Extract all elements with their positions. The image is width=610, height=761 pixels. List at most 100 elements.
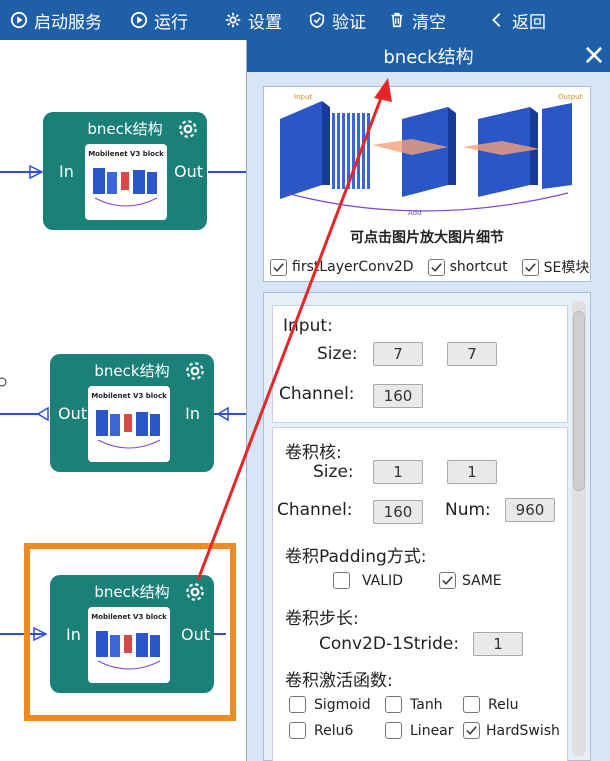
settings-button[interactable]: 设置 [200, 0, 294, 40]
back-button[interactable]: 返回 [458, 0, 558, 40]
img-add-label: Add [408, 209, 422, 217]
scrollbar[interactable] [572, 301, 586, 756]
check-icon [273, 262, 284, 272]
kernel-heading: 卷积核: [285, 443, 342, 463]
se-module-option[interactable]: SE模块 [521, 257, 590, 277]
parameter-form: Input: Size: 7 7 Channel: 160 卷积核: Size:… [263, 292, 591, 761]
thumb-title: Mobilenet V3 block [88, 150, 164, 158]
padding-heading: 卷积Padding方式: [285, 547, 427, 567]
node-port-out[interactable]: Out [58, 404, 87, 423]
checkbox[interactable] [463, 722, 480, 739]
node-port-in[interactable]: In [185, 404, 200, 423]
gear-icon[interactable] [177, 118, 199, 140]
node-thumbnail: Mobilenet V3 block [88, 386, 170, 462]
stride-label: Conv2D-1Stride: [319, 634, 460, 654]
option-label: SE模块 [543, 260, 590, 276]
activation-heading: 卷积激活函数: [285, 671, 393, 691]
start-service-button[interactable]: 启动服务 [0, 0, 114, 40]
run-label: 运行 [154, 12, 188, 33]
kernel-num-field[interactable]: 960 [505, 498, 555, 522]
node-port-out[interactable]: Out [174, 162, 203, 181]
activation-tanh-option[interactable]: Tanh [385, 696, 443, 713]
img-input-label: Input [294, 93, 312, 101]
input-section: Input: Size: 7 7 Channel: 160 [272, 305, 568, 423]
kernel-section: 卷积核: Size: 1 1 Channel: 160 Num: 960 卷积P… [272, 427, 568, 761]
checkbox[interactable] [463, 696, 480, 713]
scrollbar-thumb[interactable] [573, 311, 585, 491]
play-circle-icon [10, 11, 28, 29]
input-size-label: Size: [317, 344, 358, 364]
checkbox[interactable] [439, 572, 456, 589]
input-heading: Input: [283, 316, 333, 336]
activation-sigmoid-option[interactable]: Sigmoid [289, 696, 371, 713]
chevron-left-icon [492, 13, 501, 27]
input-size-w-field[interactable]: 7 [373, 342, 423, 366]
back-label: 返回 [512, 12, 546, 33]
bneck-node-2[interactable]: bneck结构 Out In Mobilenet V3 block [50, 354, 214, 472]
node-port-in[interactable]: In [66, 625, 81, 644]
start-service-label: 启动服务 [34, 12, 102, 33]
padding-same-option[interactable]: SAME [439, 572, 502, 589]
bneck-node-3[interactable]: bneck结构 In Out Mobilenet V3 block [50, 575, 214, 693]
kernel-size-h-field[interactable]: 1 [447, 460, 497, 484]
checkbox[interactable] [385, 722, 402, 739]
kernel-size-w-field[interactable]: 1 [373, 460, 423, 484]
top-toolbar: 启动服务 运行 设置 验证 清空 返回 [0, 0, 610, 40]
kernel-size-label: Size: [313, 462, 354, 482]
option-label: SAME [462, 572, 502, 589]
check-icon [442, 576, 453, 585]
activation-relu-option[interactable]: Relu [463, 696, 518, 713]
block-diagram-thumb [96, 631, 161, 670]
checkbox[interactable] [427, 258, 445, 276]
bneck-node-1[interactable]: bneck结构 In Out Mobilenet V3 block [43, 112, 207, 230]
option-label: Tanh [410, 696, 443, 713]
gear-icon[interactable] [184, 360, 206, 382]
graph-canvas[interactable]: bneck结构 In Out Mobilenet V3 block bneck结… [0, 40, 246, 761]
node-thumbnail: Mobilenet V3 block [85, 144, 167, 220]
shield-check-icon [309, 11, 325, 29]
check-icon [524, 262, 536, 272]
node-port-out[interactable]: Out [181, 625, 210, 644]
verify-button[interactable]: 验证 [294, 0, 378, 40]
option-label: Relu [488, 696, 519, 713]
check-icon [430, 262, 442, 272]
stride-field[interactable]: 1 [473, 632, 523, 656]
kernel-channel-field[interactable]: 160 [373, 500, 423, 524]
checkbox[interactable] [270, 258, 287, 276]
checkbox[interactable] [333, 572, 350, 589]
checkbox[interactable] [385, 696, 402, 713]
checkbox[interactable] [521, 258, 539, 276]
activation-hardswish-option[interactable]: HardSwish [463, 722, 560, 739]
bneck-structure-image[interactable]: Input Output Add [272, 89, 584, 217]
close-icon[interactable] [582, 43, 606, 67]
thumb-title: Mobilenet V3 block [91, 613, 167, 621]
check-icon [466, 726, 477, 735]
checkbox[interactable] [289, 696, 306, 713]
input-size-h-field[interactable]: 7 [447, 342, 497, 366]
option-label: Sigmoid [314, 696, 371, 713]
node-port-in[interactable]: In [59, 162, 74, 181]
clear-button[interactable]: 清空 [378, 0, 458, 40]
input-channel-label: Channel: [279, 384, 355, 404]
structure-preview[interactable]: Input Output Add 可点击图片放大图片细节 firstLayerC… [263, 86, 591, 282]
trash-icon [391, 12, 403, 28]
preview-caption: 可点击图片放大图片细节 [350, 230, 504, 246]
option-label: Linear [410, 722, 454, 739]
input-channel-field[interactable]: 160 [373, 384, 423, 408]
option-label: shortcut [449, 259, 508, 275]
shortcut-option[interactable]: shortcut [427, 257, 508, 277]
gear-icon[interactable] [184, 581, 206, 603]
first-layer-conv2d-option[interactable]: firstLayerConv2D [270, 257, 414, 277]
panel-header: bneck结构 [247, 40, 610, 72]
stride-heading: 卷积步长: [285, 609, 359, 629]
run-button[interactable]: 运行 [114, 0, 200, 40]
padding-valid-option[interactable]: VALID [333, 572, 403, 589]
kernel-num-label: Num: [445, 500, 491, 520]
settings-label: 设置 [248, 12, 282, 33]
activation-relu6-option[interactable]: Relu6 [289, 722, 353, 739]
node-thumbnail: Mobilenet V3 block [88, 607, 170, 683]
panel-title: bneck结构 [383, 47, 474, 68]
checkbox[interactable] [289, 722, 306, 739]
gear-icon [225, 12, 241, 28]
activation-linear-option[interactable]: Linear [385, 722, 454, 739]
